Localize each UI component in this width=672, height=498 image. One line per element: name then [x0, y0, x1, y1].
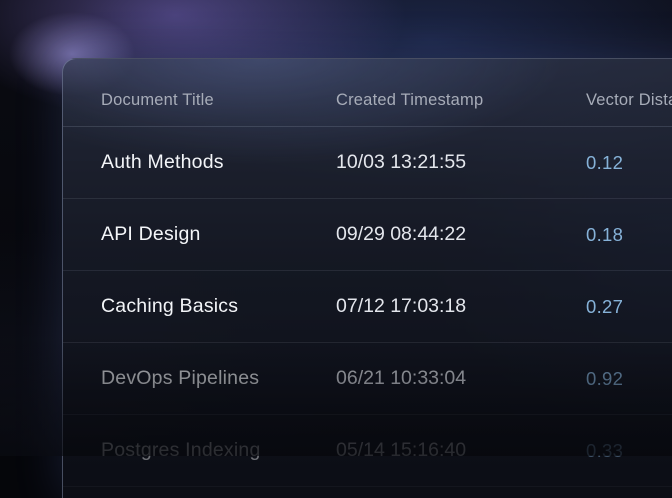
vector-distance-cell: 0.92	[586, 368, 672, 390]
document-title-cell: Auth Methods	[63, 151, 336, 174]
vector-distance-cell: 0.18	[586, 224, 672, 246]
document-title-cell: Postgres Indexing	[63, 439, 336, 462]
table-row[interactable]: API Design 09/29 08:44:22 0.18	[63, 199, 672, 271]
created-timestamp-cell: 09/29 08:44:22	[336, 223, 586, 246]
created-timestamp-cell: 10/03 13:21:55	[336, 151, 586, 174]
vector-distance-cell: 0.33	[586, 440, 672, 462]
created-timestamp-cell: 05/14 15:16:40	[336, 439, 586, 462]
documents-table-card: Document Title Created Timestamp Vector …	[62, 58, 672, 498]
column-header-vector-distance: Vector Distance	[586, 91, 672, 110]
column-header-created-timestamp: Created Timestamp	[336, 91, 586, 110]
created-timestamp-cell: 07/12 17:03:18	[336, 295, 586, 318]
table-header-row: Document Title Created Timestamp Vector …	[63, 59, 672, 127]
vector-distance-cell: 0.12	[586, 152, 672, 174]
document-title-cell: API Design	[63, 223, 336, 246]
column-header-document-title: Document Title	[63, 91, 336, 110]
created-timestamp-cell: 06/21 10:33:04	[336, 367, 586, 390]
vector-distance-cell: 0.27	[586, 296, 672, 318]
document-title-cell: DevOps Pipelines	[63, 367, 336, 390]
table-row[interactable]: DevOps Pipelines 06/21 10:33:04 0.92	[63, 343, 672, 415]
table-row[interactable]: Postgres Indexing 05/14 15:16:40 0.33	[63, 415, 672, 487]
table-row[interactable]: Caching Basics 07/12 17:03:18 0.27	[63, 271, 672, 343]
table-row[interactable]: Auth Methods 10/03 13:21:55 0.12	[63, 127, 672, 199]
document-title-cell: Caching Basics	[63, 295, 336, 318]
